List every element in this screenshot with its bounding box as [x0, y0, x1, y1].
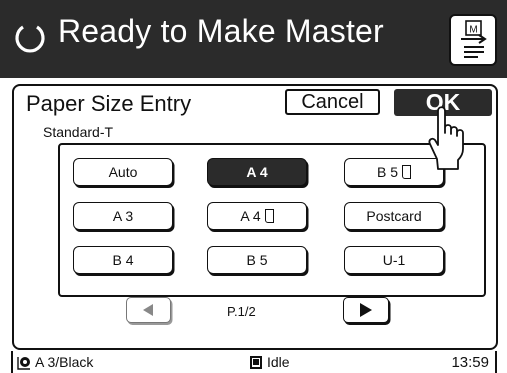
group-label: Standard-T: [43, 124, 114, 140]
ready-circle-icon: [15, 25, 45, 53]
size-button-u1[interactable]: U-1: [344, 246, 444, 274]
triangle-left-icon: [143, 304, 153, 316]
paper-ink-icon: [17, 357, 30, 370]
next-page-button[interactable]: [343, 297, 389, 323]
portrait-orientation-icon: [402, 165, 411, 179]
size-button-a4-portrait[interactable]: A 4: [207, 202, 307, 230]
size-button-a4[interactable]: A 4: [207, 158, 307, 186]
paper-info: A 3/Black: [35, 354, 94, 370]
triangle-right-icon: [360, 303, 372, 317]
panel-title: Paper Size Entry: [26, 91, 192, 116]
header-bar: Ready to Make Master M: [0, 0, 507, 78]
make-master-button[interactable]: M: [449, 14, 497, 66]
master-icon: M: [461, 20, 487, 58]
size-button-b4[interactable]: B 4: [73, 246, 173, 274]
previous-page-button[interactable]: [126, 297, 171, 323]
svg-text:M: M: [469, 25, 477, 36]
size-button-postcard[interactable]: Postcard: [344, 202, 444, 230]
cancel-button[interactable]: Cancel: [285, 89, 380, 115]
page-indicator: P.1/2: [227, 304, 256, 319]
portrait-orientation-icon: [264, 209, 274, 223]
size-button-a3[interactable]: A 3: [73, 202, 173, 230]
machine-state: Idle: [267, 354, 290, 370]
clock: 13:59: [451, 354, 489, 371]
machine-status: Ready to Make Master: [58, 13, 384, 49]
pointing-hand-icon: [428, 106, 464, 170]
status-bar: A 3/Black Idle 13:59: [11, 351, 497, 373]
size-button-b5[interactable]: B 5: [207, 246, 307, 274]
machine-state-icon: [250, 356, 262, 369]
size-button-auto[interactable]: Auto: [73, 158, 173, 186]
